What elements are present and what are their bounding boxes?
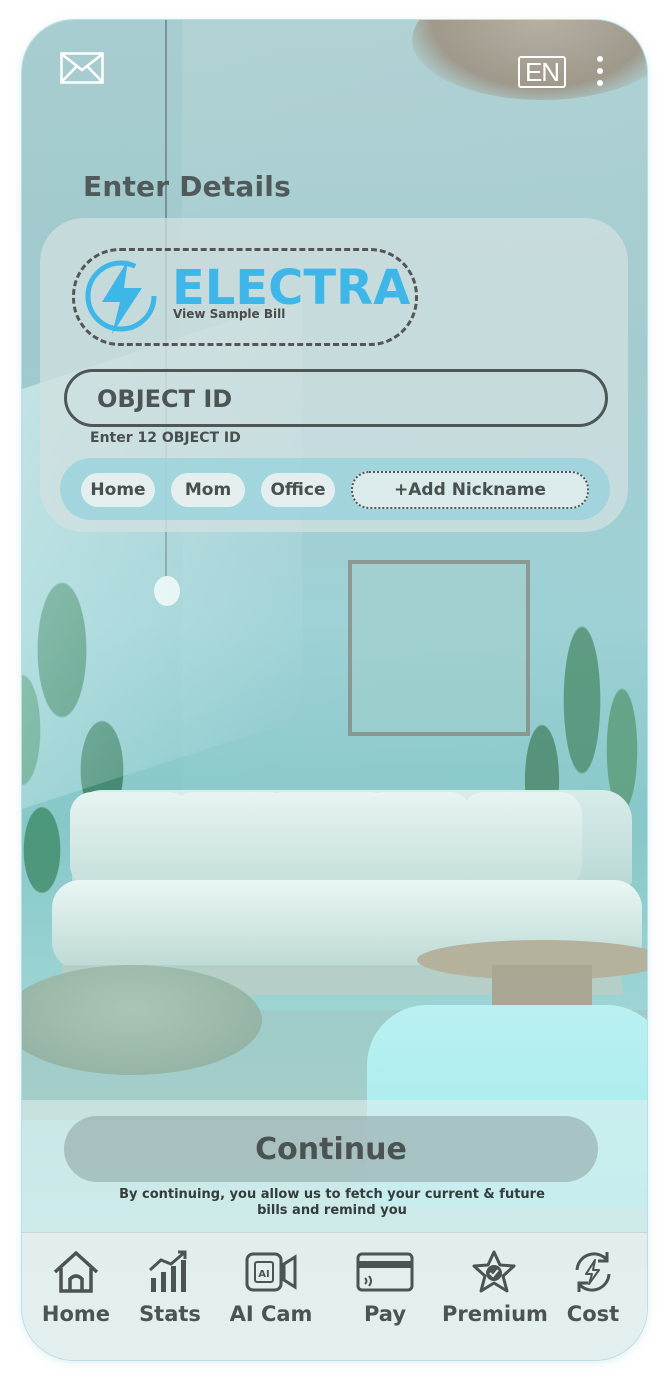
refresh-bolt-icon — [575, 1252, 611, 1292]
svg-text:AI: AI — [258, 1269, 269, 1280]
tab-pay[interactable]: Pay — [346, 1250, 424, 1326]
ai-camera-icon: AI — [245, 1252, 297, 1292]
house-icon — [53, 1251, 99, 1293]
add-nickname-button[interactable]: +Add Nickname — [351, 471, 589, 509]
nickname-chip-home[interactable]: Home — [81, 473, 155, 507]
phone-screen: EN Enter Details ELECTRA View Sample Bil… — [22, 20, 647, 1360]
mail-icon[interactable] — [60, 52, 104, 84]
bar-chart-icon — [148, 1250, 187, 1292]
nickname-chip-mom[interactable]: Mom — [171, 473, 245, 507]
tab-label: Cost — [566, 1302, 620, 1326]
tab-label: Stats — [139, 1302, 201, 1326]
page-title: Enter Details — [83, 170, 291, 203]
object-id-field[interactable] — [64, 369, 608, 427]
lightning-bolt-icon — [85, 260, 157, 334]
card-icon — [356, 1252, 414, 1292]
object-id-hint: Enter 12 OBJECT ID — [90, 430, 241, 446]
consent-text: By continuing, you allow us to fetch you… — [119, 1187, 545, 1218]
kebab-menu-icon[interactable] — [592, 54, 608, 88]
tab-premium[interactable]: Premium — [442, 1250, 548, 1326]
view-sample-bill-link[interactable]: View Sample Bill — [173, 307, 285, 321]
tab-label: Home — [41, 1302, 111, 1326]
tab-label: Pay — [363, 1302, 407, 1326]
tab-cost[interactable]: Cost — [562, 1250, 624, 1326]
object-id-input[interactable] — [95, 372, 579, 426]
continue-button[interactable]: Continue — [64, 1116, 598, 1182]
tab-stats[interactable]: Stats — [132, 1250, 208, 1326]
tab-label: AI Cam — [229, 1302, 313, 1326]
star-badge-icon — [472, 1250, 516, 1293]
tab-home[interactable]: Home — [36, 1250, 116, 1326]
tab-label: Premium — [442, 1302, 548, 1326]
tab-ai-cam[interactable]: AI AI Cam — [226, 1250, 316, 1326]
nickname-chip-office[interactable]: Office — [261, 473, 335, 507]
language-selector[interactable]: EN — [518, 56, 566, 88]
